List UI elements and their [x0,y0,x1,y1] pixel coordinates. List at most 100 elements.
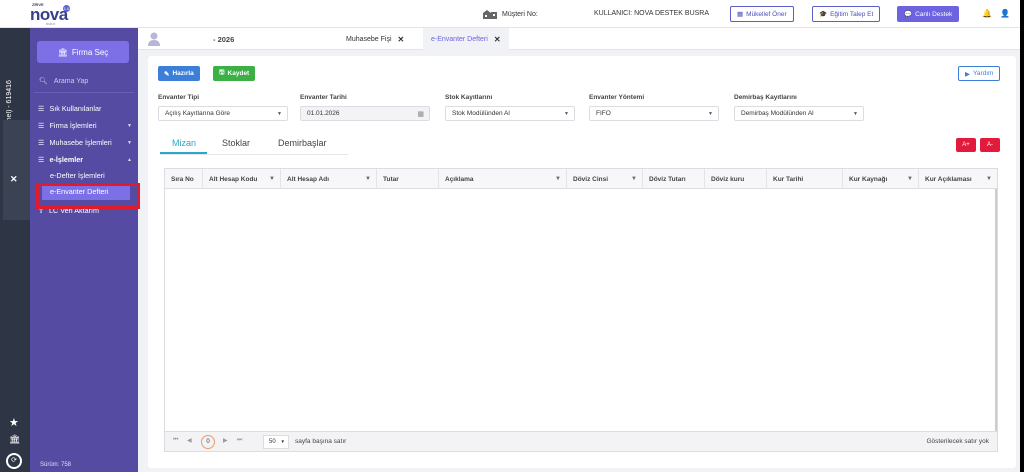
filter-icon[interactable]: ▼ [555,176,561,182]
building-icon: 🏛 [57,47,68,57]
chevron-down-icon: ▼ [564,110,569,117]
star-icon[interactable]: ★ [9,416,19,429]
column-label: Açıklama [445,175,474,183]
col-sira-no[interactable]: Sıra No [165,169,203,189]
chat-icon: 💬 [904,11,913,18]
filter-icon[interactable]: ▼ [986,176,992,182]
close-icon[interactable]: ✕ [494,35,501,44]
store-icon: ▦ [737,11,744,18]
top-header: ZİRVE nova bulut 1.0 Müşteri No: KULLANI… [0,0,1020,28]
sidebar-search[interactable]: 🔍︎ Arama Yap [39,77,89,86]
font-increase-button[interactable]: A+ [956,138,976,152]
yontem-select[interactable]: FIFO ▼ [589,106,719,121]
highlight-box [36,183,140,209]
first-page-icon[interactable]: ⏮ [173,437,178,444]
close-icon[interactable]: ✕ [10,174,18,185]
mukellef-oner-label: Mükellef Öner [746,10,787,18]
firma-sec-label: Firma Seç [71,47,109,57]
search-placeholder: Arama Yap [53,77,89,85]
filter-icon[interactable]: ▼ [365,176,371,182]
nova-logo[interactable]: ZİRVE nova bulut 1.0 [30,2,72,26]
sidebar-item-favorites[interactable]: ☰ Sık Kullanılanlar [30,100,138,117]
firma-sec-button[interactable]: 🏛 Firma Seç [37,41,129,63]
envanter-tarihi-input[interactable]: 01.01.2026 ▦ [300,106,430,121]
avatar-icon [148,32,160,46]
tab-demirbaslar[interactable]: Demirbaşlar [278,138,327,148]
col-kur-kaynagi[interactable]: Kur Kaynağı ▼ [843,169,919,189]
col-aciklama[interactable]: Açıklama ▼ [439,169,567,189]
sidebar-item-e-defter[interactable]: e-Defter İşlemleri [30,168,138,183]
sidebar-item-firma[interactable]: ☰ Firma İşlemleri ▼ [30,117,138,134]
current-page[interactable]: 0 [201,435,215,449]
grid-scrollbar[interactable] [995,189,997,432]
logo-sub-text: bulut [46,21,55,26]
last-page-icon[interactable]: ⏭ [237,437,242,444]
col-tutar[interactable]: Tutar [377,169,439,189]
envanter-tarihi-label: Envanter Tarihi [300,94,347,101]
egitim-talep-button[interactable]: 🎓 Eğitim Talep Et [812,6,881,22]
list-icon: ☰ [38,121,45,130]
sidebar-item-e-islemler[interactable]: ☰ e-İşlemler ▲ [30,151,138,168]
next-page-icon[interactable]: ▶ [223,437,228,444]
content-panel: ✎ Hazırla 🖫 Kaydet ▶ Yardım Envanter Tip… [148,56,1016,468]
kaydet-label: Kaydet [227,70,250,77]
sidebar-item-label: Firma İşlemleri [49,121,97,130]
kaydet-button[interactable]: 🖫 Kaydet [213,66,256,81]
sidebar-item-label: Sık Kullanılanlar [49,104,102,113]
sync-icon[interactable]: ⟳ [6,453,22,469]
col-doviz-cinsi[interactable]: Döviz Cinsi ▼ [567,169,643,189]
column-label: Döviz Tutarı [649,175,686,183]
col-doviz-tutari[interactable]: Döviz Tutarı [643,169,705,189]
kullanici-label: KULLANICI: NOVA DESTEK BUSRA [594,10,710,17]
demirbas-select[interactable]: Demirbaş Modülünden Al ▼ [734,106,864,121]
yardim-button[interactable]: ▶ Yardım [958,66,1001,81]
tab-e-envanter[interactable]: e-Envanter Defteri ✕ [423,28,509,50]
column-label: Kur Açıklaması [925,175,972,183]
close-icon[interactable]: ✕ [398,35,405,44]
envanter-tipi-select[interactable]: Açılış Kayıtlarına Göre ▼ [158,106,288,121]
save-icon: 🖫 [219,69,225,76]
bell-icon[interactable]: 🔔 [982,9,992,19]
chevron-down-icon: ▼ [277,110,282,117]
user-icon[interactable]: 👤 [1000,9,1010,19]
select-value: FIFO [596,110,611,117]
chevron-down-icon: ▼ [280,439,285,444]
tab-mizan[interactable]: Mizan [172,138,196,148]
list-icon: ☰ [38,155,45,164]
hazirla-button[interactable]: ✎ Hazırla [158,66,200,81]
page-size-select[interactable]: 50 ▼ [263,435,289,449]
col-alt-hesap-adi[interactable]: Alt Hesap Adı ▼ [281,169,377,189]
col-doviz-kuru[interactable]: Döviz kuru [705,169,767,189]
col-alt-hesap-kodu[interactable]: Alt Hesap Kodu ▼ [203,169,281,189]
bank-icon[interactable]: 🏛 [9,434,20,445]
filter-icon[interactable]: ▼ [631,176,637,182]
tab-label: Muhasebe Fişi [346,35,392,43]
stok-select[interactable]: Stok Modülünden Al ▼ [445,106,575,121]
canli-destek-button[interactable]: 💬 Canlı Destek [897,6,960,22]
date-value: 01.01.2026 [307,110,340,117]
col-kur-aciklamasi[interactable]: Kur Açıklaması ▼ [919,169,997,189]
filter-icon[interactable]: ▼ [269,176,275,182]
grid-header: Sıra No Alt Hesap Kodu ▼ Alt Hesap Adı ▼ T… [165,169,997,189]
envanter-tipi-label: Envanter Tipi [158,94,200,101]
fiscal-year: - 2026 [213,35,235,44]
document-tabs: - 2026 Muhasebe Fişi ✕ e-Envanter Defter… [138,28,1020,50]
mukellef-oner-button[interactable]: ▦ Mükellef Öner [730,6,794,22]
tab-stoklar[interactable]: Stoklar [222,138,250,148]
demirbas-label: Demirbaş Kayıtlarını [734,94,797,101]
select-value: Açılış Kayıtlarına Göre [165,110,231,117]
hazirla-label: Hazırla [172,70,194,77]
calendar-icon[interactable]: ▦ [417,110,424,118]
tab-muhasebe-fisi[interactable]: Muhasebe Fişi ✕ [338,28,412,50]
font-decrease-button[interactable]: A- [980,138,1000,152]
chevron-down-icon: ▼ [708,110,713,117]
sidebar-divider [34,92,134,93]
chevron-up-icon: ▲ [127,156,132,163]
data-grid: Sıra No Alt Hesap Kodu ▼ Alt Hesap Adı ▼ T… [164,168,998,452]
col-kur-tarihi[interactable]: Kur Tarihi [767,169,843,189]
filter-icon[interactable]: ▼ [907,176,913,182]
sidebar-item-muhasebe[interactable]: ☰ Muhasebe İşlemleri ▼ [30,134,138,151]
prev-page-icon[interactable]: ◀ [187,437,192,444]
list-icon: ☰ [38,138,45,147]
chevron-down-icon: ▼ [127,122,132,129]
